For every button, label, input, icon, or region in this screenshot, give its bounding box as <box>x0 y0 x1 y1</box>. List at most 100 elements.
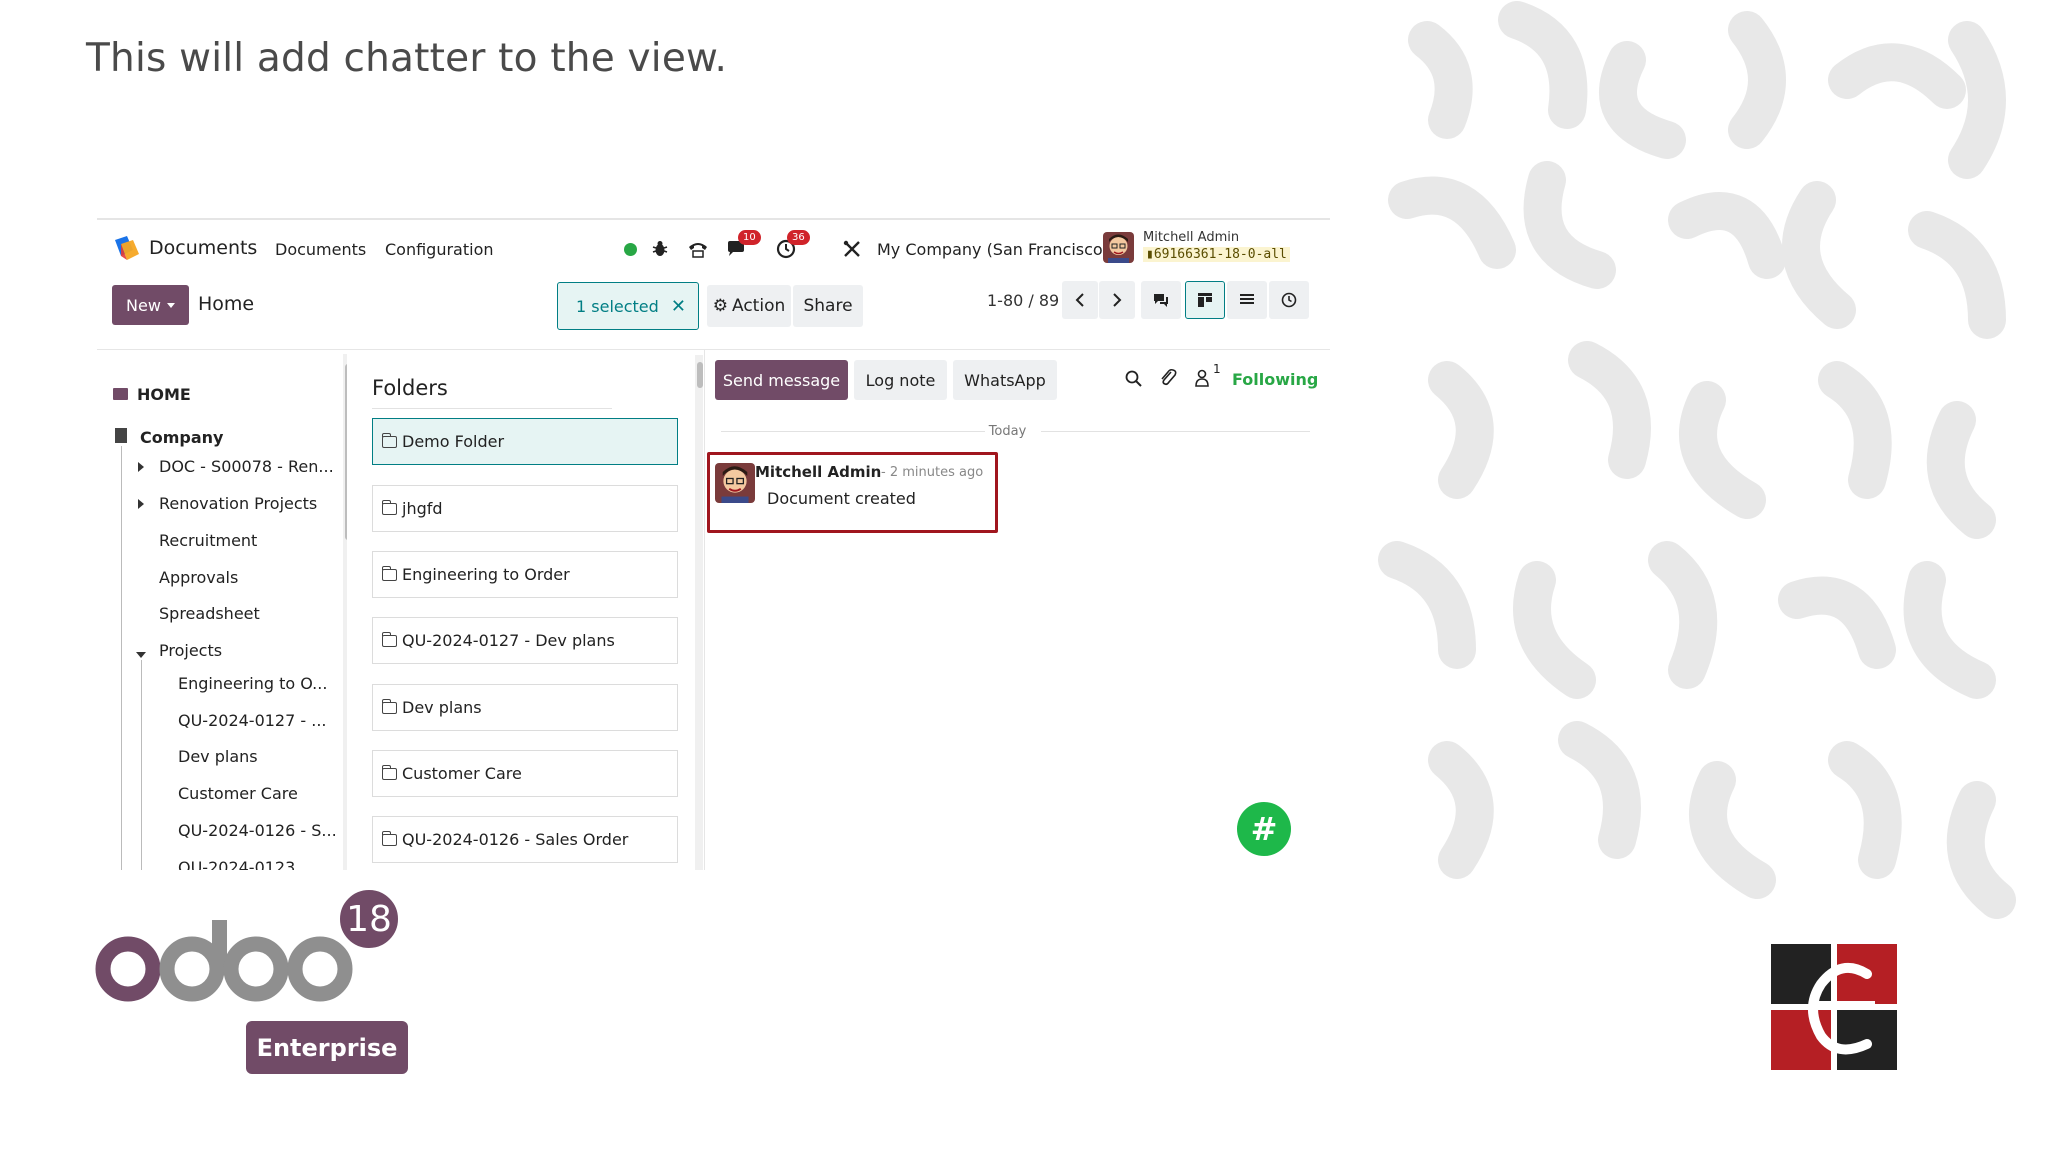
folder-icon <box>381 432 397 448</box>
tree-item-projects[interactable]: Projects <box>159 641 222 660</box>
tree-item-spreadsheet[interactable]: Spreadsheet <box>159 604 260 623</box>
activity-view-button[interactable] <box>1269 281 1309 319</box>
tree-subitem[interactable]: Dev plans <box>178 747 258 766</box>
message-time: - 2 minutes ago <box>881 465 984 480</box>
tree-subitem[interactable]: QU-2024-0127 - ... <box>178 711 327 730</box>
slide-title: This will add chatter to the view. <box>86 36 728 81</box>
tree-home[interactable]: HOME <box>137 385 191 404</box>
tree-subitem[interactable]: Engineering to O... <box>178 674 327 693</box>
pager-value[interactable]: 1-80 / 89 <box>987 291 1059 310</box>
folder-icon <box>381 631 397 647</box>
folder-card[interactable]: QU-2024-0127 - Dev plans <box>372 617 678 664</box>
pager-previous-button[interactable] <box>1062 281 1098 319</box>
message-item[interactable]: Mitchell Admin - 2 minutes ago Document … <box>707 452 998 533</box>
search-icon[interactable] <box>1125 370 1143 388</box>
following-button[interactable]: Following <box>1232 370 1318 389</box>
tools-icon[interactable] <box>841 234 863 264</box>
user-avatar[interactable] <box>1103 232 1134 263</box>
tree-item-doc[interactable]: DOC - S00078 - Ren... <box>159 457 334 476</box>
menu-configuration[interactable]: Configuration <box>385 240 494 259</box>
selected-count: 1 selected <box>576 296 659 316</box>
folders-heading: Folders <box>372 376 448 400</box>
folder-card[interactable]: jhgfd <box>372 485 678 532</box>
folders-panel: Folders Demo Folder jhgfd Engineering to… <box>367 350 697 870</box>
expand-caret-icon[interactable] <box>138 499 144 509</box>
chatter-panel: Send message Log note WhatsApp 1 Followi… <box>705 350 1330 870</box>
chevron-right-icon <box>1113 293 1122 307</box>
decorative-pattern <box>1378 1 2016 919</box>
folder-card[interactable]: Engineering to Order <box>372 551 678 598</box>
pager-next-button[interactable] <box>1099 281 1135 319</box>
new-button[interactable]: New <box>112 285 189 325</box>
clear-selection-icon[interactable]: ✕ <box>671 296 686 317</box>
folder-icon <box>381 764 397 780</box>
folder-card[interactable]: QU-2024-0126 - Sales Order <box>372 816 678 863</box>
share-button[interactable]: Share <box>793 285 863 327</box>
comments-icon <box>1154 294 1168 307</box>
folder-icon <box>113 388 128 400</box>
tree-subitem[interactable]: Customer Care <box>178 784 298 803</box>
folder-name: Engineering to Order <box>402 565 570 584</box>
tree-company[interactable]: Company <box>140 428 223 447</box>
action-label: Action <box>732 296 786 316</box>
folder-icon <box>381 830 397 846</box>
folder-name: QU-2024-0126 - Sales Order <box>402 830 629 849</box>
folder-name: QU-2024-0127 - Dev plans <box>402 631 615 650</box>
tree-subitem[interactable]: QU-2024-0126 - S... <box>178 821 337 840</box>
folders-scrollbar[interactable] <box>695 355 703 870</box>
folder-name: Customer Care <box>402 764 522 783</box>
menu-documents[interactable]: Documents <box>275 240 366 259</box>
status-online-icon <box>622 234 638 264</box>
folder-name: jhgfd <box>402 499 443 518</box>
expand-caret-icon[interactable] <box>138 462 144 472</box>
folder-card[interactable]: Demo Folder <box>372 418 678 465</box>
paperclip-icon[interactable] <box>1159 368 1177 388</box>
activities-clock-icon[interactable]: 36 <box>773 230 810 264</box>
database-tag: ▮69166361-18-0-all <box>1143 247 1290 262</box>
tree-item-recruitment[interactable]: Recruitment <box>159 531 257 550</box>
hashtag-fab-button[interactable]: # <box>1237 802 1291 856</box>
top-navbar: Documents Documents Configuration 10 36 <box>97 220 1330 278</box>
collapse-caret-icon[interactable] <box>136 652 146 658</box>
folder-icon <box>381 698 397 714</box>
database-name: 69166361-18-0-all <box>1153 247 1287 262</box>
sidebar-scrollbar-thumb[interactable] <box>345 364 347 540</box>
folder-name: Dev plans <box>402 698 482 717</box>
tree-item-renovation[interactable]: Renovation Projects <box>159 494 317 513</box>
tree-subitem[interactable]: QU-2024-0123 <box>178 858 295 870</box>
user-name[interactable]: Mitchell Admin <box>1143 230 1239 245</box>
send-message-button[interactable]: Send message <box>715 360 848 400</box>
debug-bug-icon[interactable] <box>650 234 670 264</box>
log-note-button[interactable]: Log note <box>854 360 947 400</box>
list-view-button[interactable] <box>1227 281 1267 319</box>
message-author-avatar[interactable] <box>715 463 755 503</box>
company-switcher[interactable]: My Company (San Francisco) <box>877 240 1109 259</box>
followers-icon[interactable] <box>1194 369 1210 387</box>
caret-down-icon <box>166 302 175 308</box>
folder-card[interactable]: Customer Care <box>372 750 678 797</box>
folder-card[interactable]: Dev plans <box>372 684 678 731</box>
kanban-view-button[interactable] <box>1185 281 1225 319</box>
folder-icon <box>381 565 397 581</box>
building-icon <box>115 428 127 443</box>
folder-tree-sidebar: HOME Company DOC - S00078 - Ren... Renov… <box>97 350 347 870</box>
whatsapp-button[interactable]: WhatsApp <box>953 360 1057 400</box>
tree-item-approvals[interactable]: Approvals <box>159 568 238 587</box>
messages-badge: 10 <box>738 230 761 245</box>
breadcrumb[interactable]: Home <box>198 293 254 315</box>
phone-icon[interactable] <box>686 234 710 264</box>
message-body: Document created <box>767 489 916 508</box>
message-author[interactable]: Mitchell Admin <box>755 463 881 481</box>
messages-icon[interactable]: 10 <box>724 230 761 264</box>
clock-icon <box>1281 292 1297 308</box>
documents-app-icon[interactable] <box>111 234 141 264</box>
folders-scrollbar-thumb[interactable] <box>697 362 703 388</box>
control-panel: New Home 1 selected ✕ ⚙ Action Share 1-80… <box>97 278 1330 350</box>
action-button[interactable]: ⚙ Action <box>707 285 791 327</box>
selection-indicator[interactable]: 1 selected ✕ <box>557 282 699 330</box>
database-icon: ▮ <box>1146 247 1154 262</box>
slide: This will add chatter to the view. Docum… <box>0 0 2048 1152</box>
gear-icon: ⚙ <box>712 296 728 316</box>
chatter-toggle-button[interactable] <box>1141 281 1181 319</box>
app-name[interactable]: Documents <box>149 237 257 259</box>
